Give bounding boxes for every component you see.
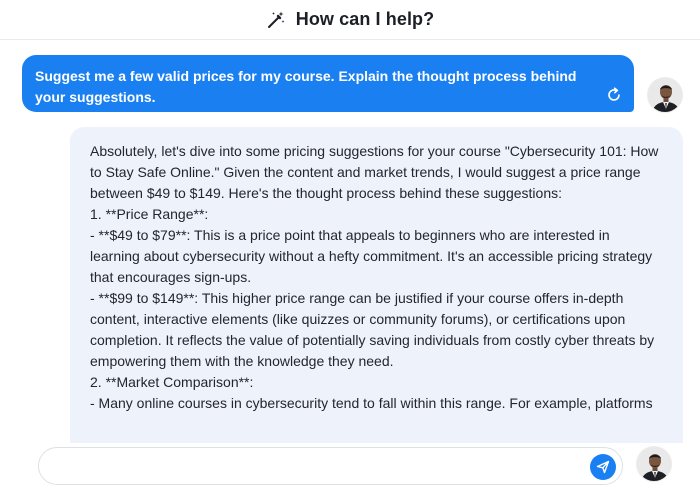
assistant-paragraph: - **$49 to $79**: This is a price point … [90, 227, 657, 285]
user-message-bubble: Suggest me a few valid prices for my cou… [22, 55, 634, 112]
assistant-paragraph: 1. **Price Range**: [90, 206, 209, 222]
page-title: How can I help? [295, 9, 435, 29]
send-button[interactable] [590, 454, 616, 480]
assistant-paragraph: - Many online courses in cybersecurity t… [90, 395, 653, 411]
magic-wand-icon [266, 10, 286, 30]
scroll-fade [70, 429, 683, 443]
assistant-paragraph: Absolutely, let's dive into some pricing… [90, 143, 663, 201]
regenerate-icon[interactable] [606, 87, 622, 103]
assistant-message-bubble: Absolutely, let's dive into some pricing… [70, 127, 683, 443]
user-avatar [647, 77, 683, 113]
message-input[interactable] [53, 456, 573, 478]
chat-header: How can I help? [0, 0, 700, 40]
user-message-text: Suggest me a few valid prices for my cou… [35, 68, 577, 105]
assistant-paragraph: 2. **Market Comparison**: [90, 374, 254, 390]
message-composer [38, 447, 623, 485]
send-icon [596, 460, 610, 474]
assistant-paragraph: - **$99 to $149**: This higher price ran… [90, 290, 659, 369]
current-user-avatar[interactable] [636, 446, 672, 482]
